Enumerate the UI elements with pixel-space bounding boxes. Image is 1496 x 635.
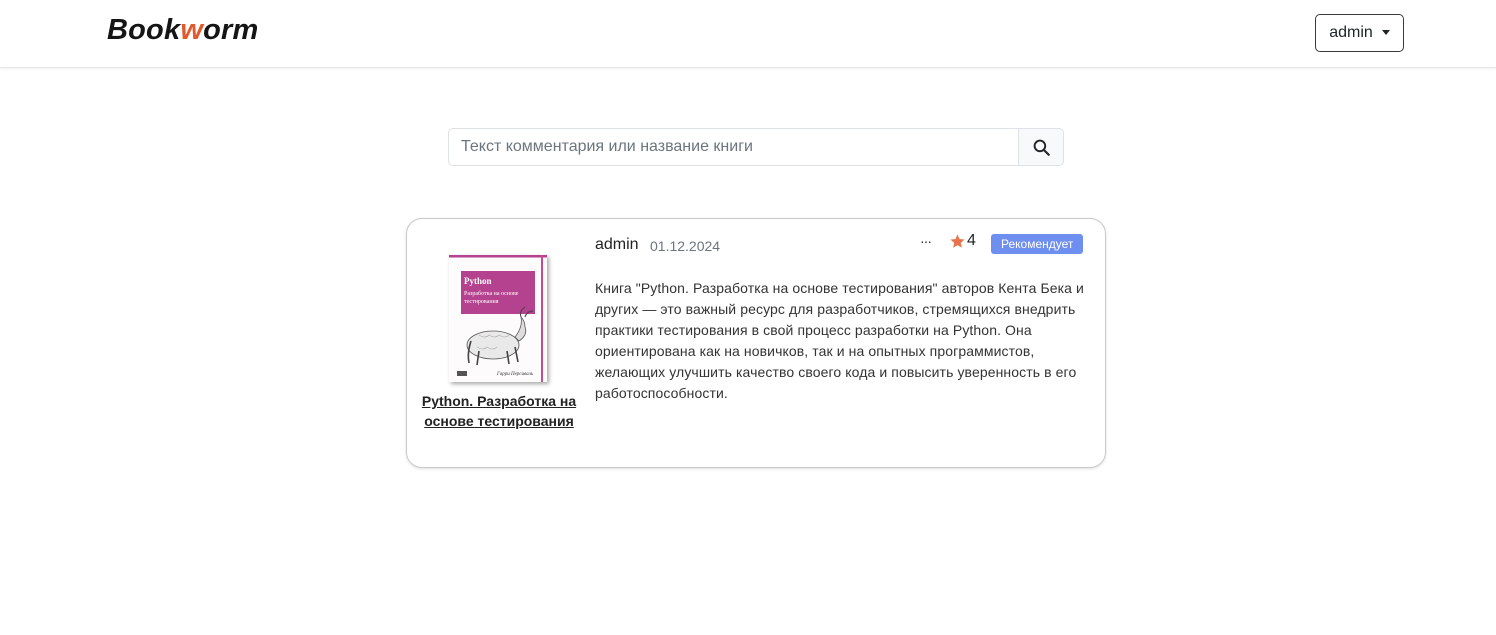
review-card: Python Разработка на основе тестирования…: [406, 218, 1106, 468]
cover-subtitle-2: тестирования: [464, 299, 499, 305]
search-icon: [1033, 139, 1050, 156]
brand-text-part1: Book: [107, 14, 181, 46]
cover-title: Python: [464, 276, 492, 286]
more-options-button[interactable]: ···: [920, 233, 932, 249]
rating-value: 4: [967, 232, 976, 249]
review-author[interactable]: admin: [595, 236, 639, 254]
search-input[interactable]: [448, 128, 1018, 166]
review-text: Книга "Python. Разработка на основе тест…: [595, 280, 1084, 401]
brand-text-part2: orm: [203, 14, 259, 46]
star-icon: [950, 233, 965, 248]
book-cover[interactable]: Python Разработка на основе тестирования…: [449, 255, 547, 382]
cover-author: Гарри Персиваль: [496, 372, 534, 377]
user-menu-button[interactable]: admin: [1315, 14, 1404, 52]
brand-text-accent: w: [180, 14, 204, 46]
search-bar: [448, 128, 1064, 166]
cover-subtitle-1: Разработка на основе: [464, 290, 519, 297]
recommend-badge: Рекомендует: [991, 234, 1084, 254]
navbar: Bookworm admin: [0, 0, 1496, 68]
user-menu-label: admin: [1329, 24, 1373, 41]
caret-down-icon: [1381, 29, 1390, 35]
brand-logo[interactable]: Bookworm: [107, 14, 258, 47]
review-date: 01.12.2024: [650, 238, 721, 254]
book-title-link[interactable]: Python. Разработка на основе тестировани…: [421, 391, 577, 431]
search-button[interactable]: [1018, 128, 1064, 166]
rating: 4: [949, 232, 976, 250]
